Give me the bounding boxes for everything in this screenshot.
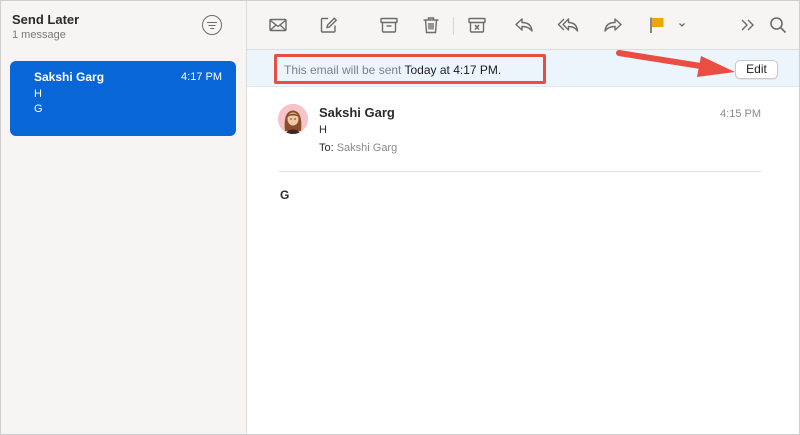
recipient-name[interactable]: Sakshi Garg: [337, 142, 398, 154]
message-time: 4:15 PM: [720, 108, 761, 120]
flag-icon[interactable]: [646, 14, 668, 36]
mailbox-count: 1 message: [12, 29, 66, 41]
message-viewer: Sakshi Garg 4:15 PM H To: Sakshi Garg G: [247, 87, 799, 434]
message-body: G: [280, 188, 290, 202]
toolbar: [247, 1, 799, 50]
forward-icon[interactable]: [602, 14, 624, 36]
header-divider: [279, 171, 761, 172]
junk-icon[interactable]: [466, 14, 488, 36]
message-list-pane: Send Later 1 message Sakshi Garg 4:17 PM…: [1, 1, 247, 434]
sender-name: Sakshi Garg: [319, 105, 395, 120]
annotation-highlight: This email will be sent Today at 4:17 PM…: [274, 54, 546, 84]
mailbox-title: Send Later: [12, 12, 80, 27]
scheduled-send-prefix: This email will be sent: [284, 63, 402, 77]
envelope-icon[interactable]: [267, 14, 289, 36]
list-item-preview: G: [34, 103, 43, 115]
list-item-sender: Sakshi Garg: [34, 70, 105, 84]
search-icon[interactable]: [767, 14, 789, 36]
message-subject: H: [319, 124, 327, 136]
list-item-subject: H: [34, 88, 42, 100]
compose-icon[interactable]: [317, 14, 339, 36]
archive-icon[interactable]: [378, 14, 400, 36]
list-item-time: 4:17 PM: [181, 71, 222, 83]
scheduled-send-text: This email will be sent Today at 4:17 PM…: [284, 63, 501, 77]
list-item[interactable]: Sakshi Garg 4:17 PM H G: [10, 61, 236, 136]
scheduled-send-time: Today at 4:17 PM.: [404, 63, 502, 77]
edit-button[interactable]: Edit: [735, 60, 778, 79]
recipient-row: To: Sakshi Garg: [319, 142, 397, 154]
avatar: [278, 104, 308, 134]
annotation-arrow-icon: [616, 50, 735, 77]
to-label: To:: [319, 142, 334, 154]
more-icon[interactable]: [736, 14, 758, 36]
mailbox-header: Send Later 1 message: [1, 1, 246, 50]
toolbar-separator: [453, 17, 454, 35]
mail-window: Send Later 1 message Sakshi Garg 4:17 PM…: [0, 0, 800, 435]
reply-icon[interactable]: [513, 14, 535, 36]
trash-icon[interactable]: [420, 14, 442, 36]
filter-icon[interactable]: [202, 15, 222, 35]
reply-all-icon[interactable]: [557, 14, 579, 36]
chevron-down-icon[interactable]: [676, 14, 688, 36]
